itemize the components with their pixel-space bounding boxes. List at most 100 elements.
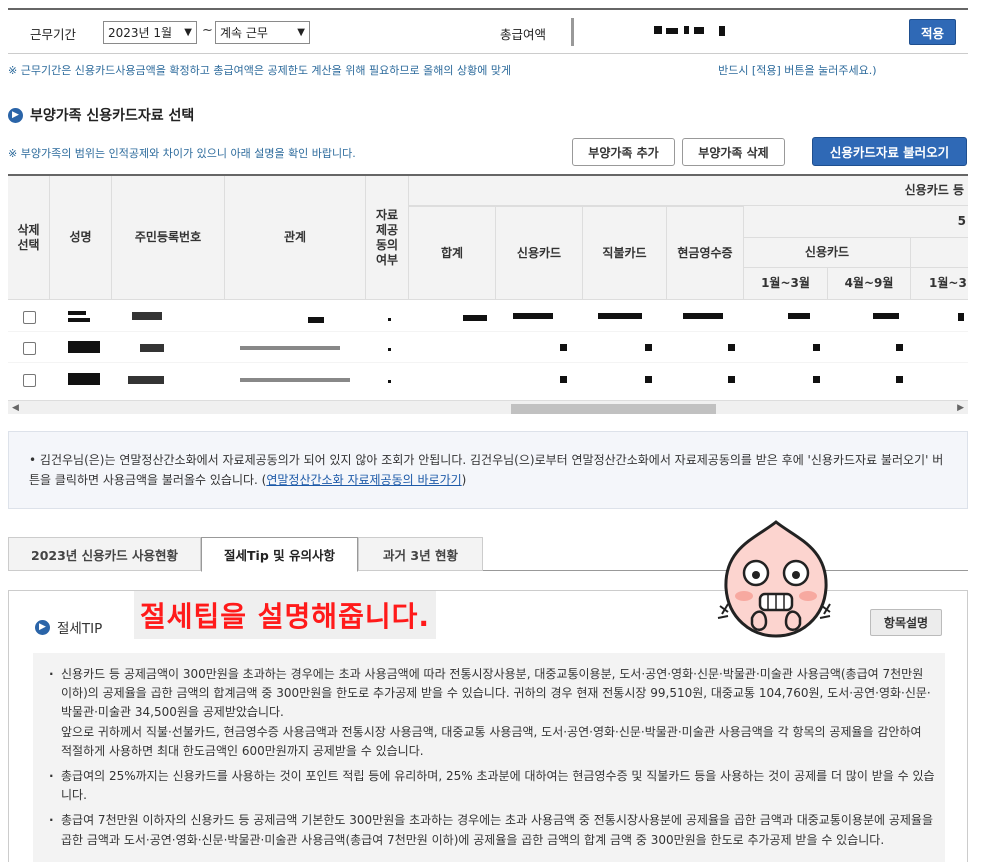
tab-2023-usage[interactable]: 2023년 신용카드 사용현황 bbox=[8, 537, 201, 571]
item-description-button[interactable]: 항목설명 bbox=[870, 609, 942, 636]
info-text-end: ) bbox=[461, 473, 467, 488]
redaction-mark bbox=[788, 313, 810, 319]
scroll-left-icon[interactable]: ◀ bbox=[12, 403, 19, 413]
table-row bbox=[8, 300, 968, 332]
header-debit: 직불카드 bbox=[583, 206, 667, 300]
work-period-filter-bar: 근무기간 2023년 1월 ▼ ~ 계속 근무 ▼ 총급여액 적용 bbox=[8, 8, 968, 54]
header-rrn: 주민등록번호 bbox=[112, 176, 225, 300]
consent-info-box: • 김건우님(은)는 연말정산간소화에서 자료제공동의가 되어 있지 않아 조회… bbox=[8, 431, 968, 509]
peach-mascot-sticker bbox=[717, 520, 831, 638]
period-note-end: 반드시 [적용] 버튼을 눌러주세요.) bbox=[718, 64, 877, 77]
redaction-mark bbox=[68, 341, 100, 353]
header-cash: 현금영수증 bbox=[667, 206, 744, 300]
dependent-note: ※ 부양가족의 범위는 인적공제와 차이가 있으니 아래 설명을 확인 바랍니다… bbox=[8, 147, 356, 160]
header-period-1: 1월~3월 bbox=[744, 268, 828, 300]
header-consent: 자료 제공 동의 여부 bbox=[366, 176, 409, 300]
end-month-value: 계속 근무 bbox=[220, 26, 268, 40]
redaction-mark bbox=[728, 344, 735, 351]
table-row bbox=[8, 332, 968, 363]
redaction-mark bbox=[958, 313, 964, 321]
tab-tax-tips[interactable]: 절세Tip 및 유의사항 bbox=[201, 537, 358, 572]
header-name: 성명 bbox=[50, 176, 112, 300]
section-title-text: 부양가족 신용카드자료 선택 bbox=[30, 108, 195, 124]
redaction-mark bbox=[645, 344, 652, 351]
work-period-label: 근무기간 bbox=[30, 27, 77, 42]
redaction-mark bbox=[68, 311, 86, 315]
chevron-down-icon: ▼ bbox=[184, 27, 192, 38]
redaction-mark bbox=[694, 27, 704, 34]
tip-item: 총급여의 25%까지는 신용카드를 사용하는 것이 포인트 적립 등에 유리하며… bbox=[45, 767, 935, 805]
redaction-mark bbox=[463, 315, 487, 321]
tip-title-text: 절세TIP bbox=[57, 621, 103, 637]
chevron-down-icon: ▼ bbox=[297, 27, 305, 38]
header-credit-sub: 신용카드 bbox=[744, 238, 911, 268]
scroll-right-icon[interactable]: ▶ bbox=[957, 403, 964, 413]
redaction-mark bbox=[560, 344, 567, 351]
range-tilde: ~ bbox=[202, 23, 213, 38]
info-bullet: • bbox=[29, 453, 40, 467]
header-delete-select: 삭제 선택 bbox=[8, 176, 50, 300]
header-credit-sub-2 bbox=[911, 238, 968, 268]
delete-dependent-button[interactable]: 부양가족 삭제 bbox=[682, 138, 785, 166]
tip-title: ▶ 절세TIP bbox=[35, 617, 102, 637]
redaction-mark bbox=[684, 26, 689, 34]
end-month-select[interactable]: 계속 근무 ▼ bbox=[215, 21, 310, 44]
total-salary-input[interactable] bbox=[571, 18, 759, 46]
redaction-mark bbox=[513, 313, 553, 319]
total-salary-label: 총급여액 bbox=[500, 27, 547, 42]
redaction-mark bbox=[140, 344, 164, 352]
redaction-mark bbox=[240, 378, 350, 382]
tip-item: 총급여 7천만원 이하자의 신용카드 등 공제금액 기본한도 300만원을 초과… bbox=[45, 811, 935, 849]
tip-item: 신용카드 등 공제금액이 300만원을 초과하는 경우에는 초과 사용금액에 따… bbox=[45, 665, 935, 761]
header-period-2: 4월~9월 bbox=[828, 268, 911, 300]
arrow-right-icon: ▶ bbox=[8, 107, 23, 123]
horizontal-scrollbar[interactable]: ◀ ▶ bbox=[8, 400, 968, 414]
redaction-mark bbox=[645, 376, 652, 383]
redaction-mark bbox=[813, 344, 820, 351]
info-text: 김건우님(은)는 연말정산간소화에서 자료제공동의가 되어 있지 않아 조회가 … bbox=[29, 453, 944, 488]
period-note: ※ 근무기간은 신용카드사용금액을 확정하고 총급여액은 공제한도 계산을 위해… bbox=[8, 62, 877, 78]
row-select-checkbox[interactable] bbox=[23, 342, 36, 355]
tab-past-3-years[interactable]: 과거 3년 현황 bbox=[358, 537, 483, 571]
header-credit: 신용카드 bbox=[496, 206, 583, 300]
redaction-mark bbox=[666, 28, 678, 34]
section-title: ▶ 부양가족 신용카드자료 선택 bbox=[8, 105, 194, 125]
redaction-mark bbox=[132, 312, 162, 320]
redaction-mark bbox=[728, 376, 735, 383]
period-note-start: ※ 근무기간은 신용카드사용금액을 확정하고 총급여액은 공제한도 계산을 위해… bbox=[8, 64, 512, 77]
scrollbar-thumb[interactable] bbox=[511, 404, 716, 414]
header-total: 합계 bbox=[409, 206, 496, 300]
dependent-card-table: 삭제 선택 성명 주민등록번호 관계 자료 제공 동의 여부 신용카드 등 5 … bbox=[8, 174, 968, 414]
tip-list: 신용카드 등 공제금액이 300만원을 초과하는 경우에는 초과 사용금액에 따… bbox=[33, 653, 945, 862]
redaction-mark bbox=[896, 376, 903, 383]
redaction-mark bbox=[813, 376, 820, 383]
redaction-mark bbox=[683, 313, 723, 319]
redaction-mark bbox=[68, 318, 90, 322]
overlay-caption: 절세팁을 설명해줍니다. bbox=[134, 591, 436, 639]
redaction-mark bbox=[240, 346, 340, 350]
consent-link[interactable]: 연말정산간소화 자료제공동의 바로가기 bbox=[266, 473, 461, 487]
table-row bbox=[8, 363, 968, 396]
header-period-3: 1월~3 bbox=[911, 268, 968, 300]
start-month-value: 2023년 1월 bbox=[108, 26, 173, 40]
row-select-checkbox[interactable] bbox=[23, 374, 36, 387]
row-select-checkbox[interactable] bbox=[23, 311, 36, 324]
redaction-mark bbox=[128, 376, 164, 384]
redaction-mark bbox=[873, 313, 899, 319]
load-card-data-button[interactable]: 신용카드자료 불러오기 bbox=[812, 137, 967, 166]
header-relation: 관계 bbox=[225, 176, 366, 300]
redaction-mark bbox=[719, 26, 725, 36]
redaction-mark bbox=[598, 313, 642, 319]
apply-button[interactable]: 적용 bbox=[909, 19, 956, 45]
redaction-mark bbox=[560, 376, 567, 383]
redaction-mark bbox=[654, 26, 662, 34]
header-card-group: 신용카드 등 bbox=[409, 176, 968, 206]
arrow-right-icon: ▶ bbox=[35, 619, 50, 635]
redaction-mark bbox=[388, 348, 391, 351]
redaction-mark bbox=[388, 380, 391, 383]
redaction-mark bbox=[388, 318, 391, 321]
redaction-mark bbox=[68, 373, 100, 385]
start-month-select[interactable]: 2023년 1월 ▼ bbox=[103, 21, 197, 44]
add-dependent-button[interactable]: 부양가족 추가 bbox=[572, 138, 675, 166]
redaction-mark bbox=[896, 344, 903, 351]
